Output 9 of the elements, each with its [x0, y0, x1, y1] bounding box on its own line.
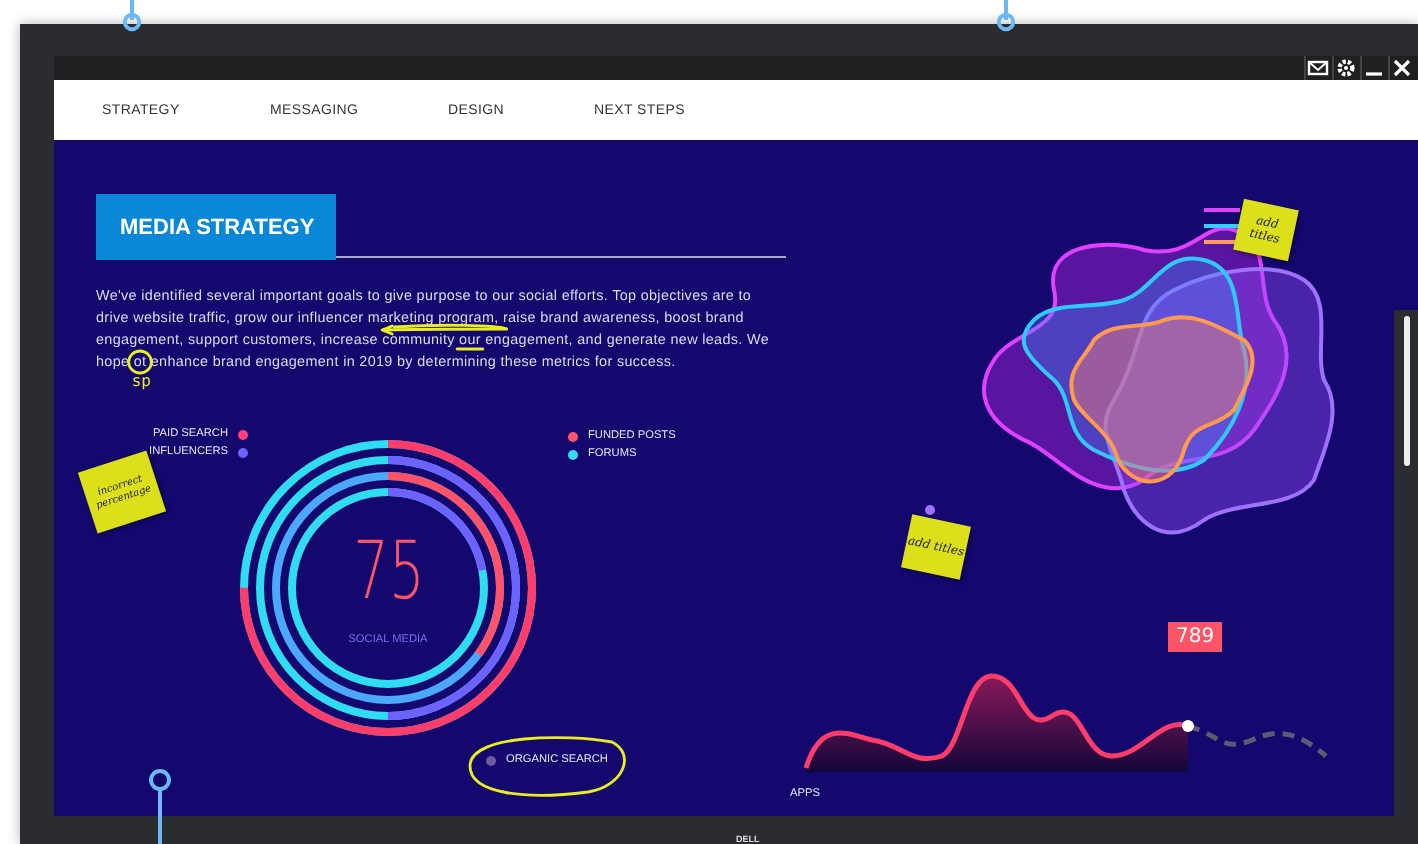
callout-marker-icon: [122, 0, 142, 32]
scrollbar[interactable]: [1394, 310, 1418, 816]
callout-marker-icon: [996, 0, 1016, 32]
section-title: MEDIA STRATEGY: [96, 194, 337, 260]
donut-value: 75: [352, 530, 424, 614]
value-callout: 789: [1168, 622, 1223, 652]
color-key-icon: [1202, 206, 1242, 246]
handwritten-note: sp: [131, 374, 151, 390]
callout-marker-icon: [148, 768, 172, 844]
